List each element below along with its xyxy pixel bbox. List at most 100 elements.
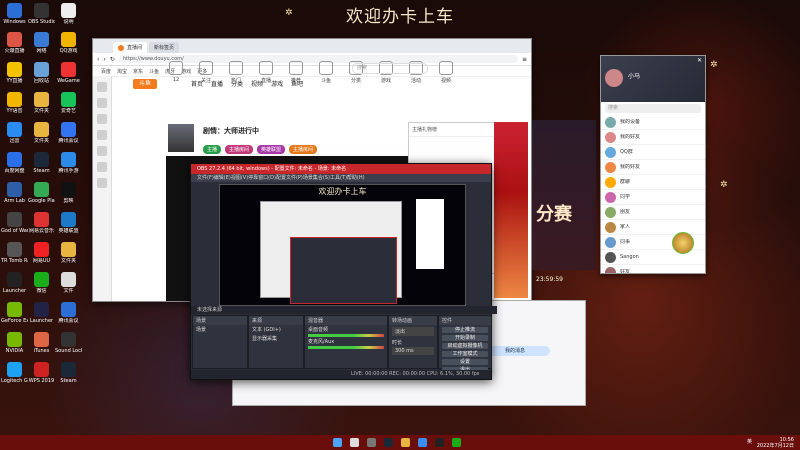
desktop-icon[interactable]: Steam <box>28 152 55 174</box>
category-item[interactable]: 热门 <box>223 61 249 87</box>
desktop-icon[interactable]: 网易UU <box>28 242 55 264</box>
category-item[interactable]: 推荐 <box>283 61 309 87</box>
desktop-icon[interactable]: NVIDIA <box>1 332 28 354</box>
desktop-icon[interactable]: OBS Studio <box>28 3 55 25</box>
qq-search-input[interactable]: 搜索 <box>605 104 701 113</box>
desktop-icon[interactable]: Launcher <box>1 272 28 294</box>
bookmark-link[interactable]: 淘宝 <box>117 68 127 75</box>
category-item[interactable]: 12 <box>163 61 189 87</box>
wechat-taskbar-icon[interactable] <box>452 438 461 447</box>
task-view-icon[interactable] <box>367 438 376 447</box>
anchor-avatar[interactable] <box>168 124 194 152</box>
search-icon[interactable] <box>350 438 359 447</box>
desktop-icon[interactable]: 火爆直播 <box>1 32 28 54</box>
room-tag[interactable]: 主播房间 <box>289 145 318 154</box>
desktop-icon[interactable]: Arm Lab <box>1 182 28 204</box>
desktop-icon[interactable]: YY语音 <box>1 92 28 114</box>
desktop-icon[interactable]: iTunes <box>28 332 55 354</box>
desktop-icon[interactable]: 腾讯会议 <box>55 302 82 324</box>
avatar[interactable] <box>605 69 623 87</box>
bookmark-link[interactable]: 斗鱼 <box>149 68 159 75</box>
obs-menu-item[interactable]: 配置文件(P) <box>276 175 303 181</box>
room-tag[interactable]: 主播 <box>203 145 222 154</box>
obs-preview-canvas[interactable]: 欢迎办卡上车 <box>219 184 466 306</box>
start-button-icon[interactable] <box>333 438 342 447</box>
obs-control-button[interactable]: 停止推流 <box>442 327 488 333</box>
qq-contact-item[interactable]: 家人 <box>601 220 705 235</box>
browser-taskbar-icon[interactable] <box>418 438 427 447</box>
desktop-icon[interactable]: TR Tomb Raider <box>1 242 28 264</box>
volume-meter[interactable] <box>308 346 384 349</box>
room-tag[interactable]: 主播房间 <box>225 145 254 154</box>
qq-contact-item[interactable]: QQ群 <box>601 145 705 160</box>
obs-control-button[interactable]: 开始录制 <box>442 335 488 341</box>
desktop-icon[interactable]: Google Play <box>28 182 55 204</box>
desktop-icon[interactable]: 网络 <box>28 32 55 54</box>
obs-menu-item[interactable]: 编辑(E) <box>214 175 231 181</box>
obs-menu-item[interactable]: 场景集合(S) <box>303 175 330 181</box>
desktop-icon[interactable]: Windows <box>1 3 28 25</box>
obs-control-button[interactable]: 启动虚拟摄像机 <box>442 343 488 349</box>
desktop-icon[interactable]: YY直播 <box>1 62 28 84</box>
obs-control-button[interactable]: 设置 <box>442 359 488 365</box>
desktop-icon[interactable]: GeForce Experience <box>1 302 28 324</box>
room-tag[interactable]: 英雄联盟 <box>257 145 286 154</box>
category-item[interactable]: 斗鱼 <box>313 61 339 87</box>
desktop-icon[interactable]: Launcher <box>28 302 55 324</box>
desktop-icon[interactable]: WeGame <box>55 62 82 84</box>
explorer-taskbar-icon[interactable] <box>401 438 410 447</box>
obs-menu-item[interactable]: 视图(V) <box>231 175 248 181</box>
desktop-icon[interactable]: Steam <box>55 362 82 384</box>
source-item[interactable]: 显示器采集 <box>249 334 303 343</box>
category-item[interactable]: 视频 <box>433 61 459 87</box>
qq-contact-item[interactable]: 群聊 <box>601 175 705 190</box>
desktop-icon[interactable]: God of War <box>1 212 28 234</box>
category-item[interactable]: 直播 <box>253 61 279 87</box>
back-icon[interactable]: ‹ <box>97 56 99 63</box>
desktop-icon[interactable]: 迅雷 <box>1 122 28 144</box>
obs-control-button[interactable]: 工作室模式 <box>442 351 488 357</box>
qq-contact-item[interactable]: 同学 <box>601 190 705 205</box>
desktop-icon[interactable]: 回收站 <box>28 62 55 84</box>
obs-menu-item[interactable]: 文件(F) <box>197 175 214 181</box>
desktop-icon[interactable]: WPS 2019 <box>28 362 55 384</box>
desktop-icon[interactable]: 剪映 <box>55 182 82 204</box>
site-search-input[interactable]: 搜索 <box>352 63 428 74</box>
desktop-icon[interactable]: Sound Lock <box>55 332 82 354</box>
qq-contact-item[interactable]: 好友 <box>601 265 705 273</box>
menu-icon[interactable]: ≡ <box>522 56 527 63</box>
desktop-icon[interactable]: 文件夹 <box>28 122 55 144</box>
obs-menu-item[interactable]: 工具(T) <box>330 175 347 181</box>
steam-taskbar-icon[interactable] <box>384 438 393 447</box>
desktop-icon[interactable]: 腾讯手游 <box>55 152 82 174</box>
desktop-icon[interactable]: 微信 <box>28 272 55 294</box>
desktop-icon[interactable]: 爱奇艺 <box>55 92 82 114</box>
forward-icon[interactable]: › <box>103 56 105 63</box>
desktop-icon[interactable]: 腾讯会议 <box>55 122 82 144</box>
category-item[interactable]: 关注 <box>193 61 219 87</box>
desktop-icon[interactable]: QQ游戏 <box>55 32 82 54</box>
duration-input[interactable]: 300 ms <box>392 347 434 355</box>
desktop-icon[interactable]: Logitech G HUB <box>1 362 28 384</box>
qq-contact-item[interactable]: 我的好友 <box>601 160 705 175</box>
desktop-icon[interactable]: 网易云音乐 <box>28 212 55 234</box>
desktop-icon[interactable]: 说明 <box>55 3 82 25</box>
obs-taskbar-icon[interactable] <box>435 438 444 447</box>
desktop-icon[interactable]: 文件 <box>55 272 82 294</box>
obs-menu-item[interactable]: 停靠窗口(D) <box>248 175 276 181</box>
browser-tab[interactable]: 新标签页 <box>149 42 180 53</box>
event-banner-ad[interactable] <box>494 122 528 298</box>
close-icon[interactable]: ✕ <box>697 57 702 64</box>
desktop-icon[interactable]: 文件夹 <box>55 242 82 264</box>
desktop-icon[interactable]: 百度网盘 <box>1 152 28 174</box>
browser-tab[interactable]: 直播间 <box>113 42 148 53</box>
bookmark-link[interactable]: 百度 <box>101 68 111 75</box>
scene-item[interactable]: 场景 <box>193 325 247 334</box>
refresh-icon[interactable]: ↻ <box>110 56 115 63</box>
desktop-icon[interactable]: 英雄联盟 <box>55 212 82 234</box>
obs-menu-item[interactable]: 帮助(H) <box>347 175 365 181</box>
qq-contact-item[interactable]: 朋友 <box>601 205 705 220</box>
ime-indicator[interactable]: 英 <box>747 438 752 445</box>
source-item[interactable]: 文本 (GDI+) <box>249 325 303 334</box>
taskbar-clock[interactable]: 10:56 2022年7月12日 <box>757 437 794 449</box>
